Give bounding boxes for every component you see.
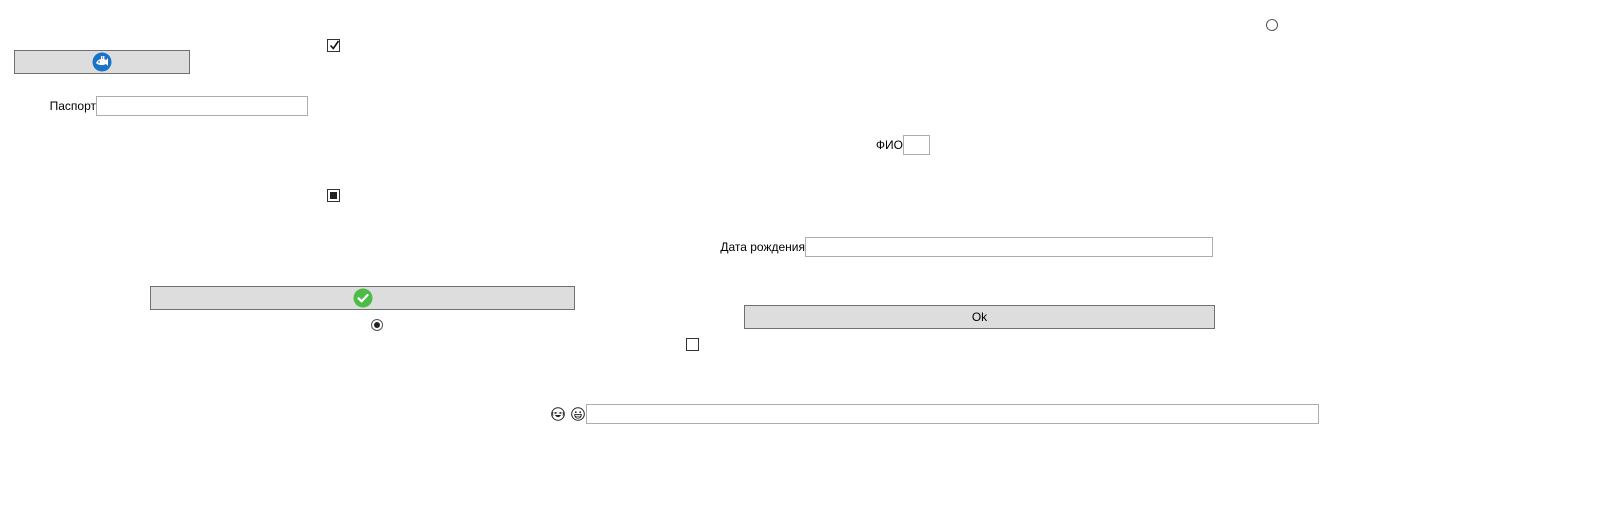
logo-button[interactable] (14, 50, 190, 74)
checkmark-icon (329, 40, 340, 50)
grinning-face-icon (571, 407, 585, 421)
fio-input[interactable] (903, 135, 930, 155)
birthdate-label: Дата рождения (720, 240, 805, 254)
birthdate-input[interactable] (805, 237, 1213, 257)
emoji-input[interactable] (586, 404, 1319, 424)
indeterminate-mark (330, 192, 337, 199)
radio-bottom[interactable] (371, 319, 383, 331)
laughing-face-icon (551, 407, 565, 421)
confirm-button[interactable] (150, 286, 575, 310)
ok-button-label: Ok (971, 310, 988, 324)
fish-logo-icon (92, 52, 112, 72)
passport-input[interactable] (96, 96, 308, 116)
checkbox-bottom[interactable] (686, 338, 699, 351)
radio-top[interactable] (1266, 19, 1278, 31)
ok-button[interactable]: Ok (744, 305, 1215, 329)
passport-label: Паспорт (49, 99, 96, 113)
fio-label: ФИО (875, 138, 903, 152)
green-check-icon (353, 288, 372, 308)
checkbox-middle[interactable] (327, 189, 340, 202)
radio-dot (374, 322, 380, 328)
checkbox-top[interactable] (327, 39, 340, 52)
